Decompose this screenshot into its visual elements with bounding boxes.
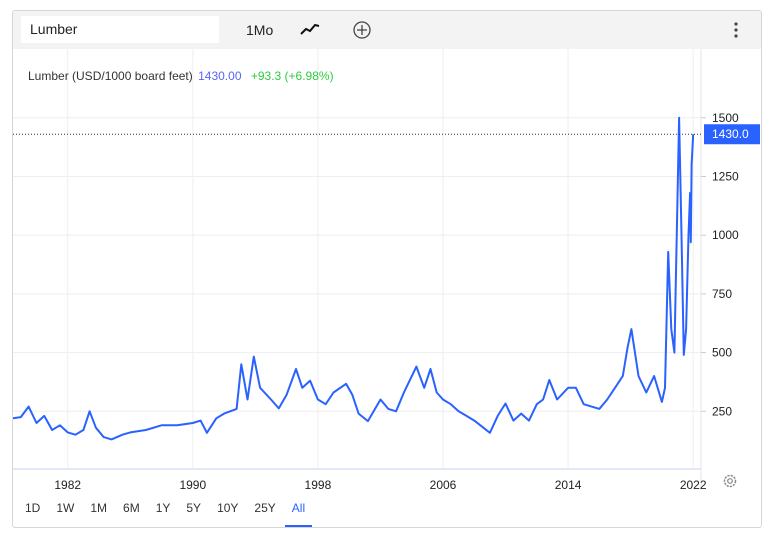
range-button-10y[interactable]: 10Y xyxy=(217,501,238,515)
x-tick-label: 1998 xyxy=(305,478,332,492)
y-tick-label: 250 xyxy=(712,404,732,418)
x-tick-label: 2022 xyxy=(680,478,707,492)
legend-title: Lumber (USD/1000 board feet) xyxy=(28,69,193,83)
legend: Lumber (USD/1000 board feet) 1430.00 +93… xyxy=(28,69,334,83)
toolbar: Lumber 1Mo xyxy=(13,11,761,49)
y-tick-label: 1250 xyxy=(712,169,739,183)
more-vertical-icon[interactable] xyxy=(731,20,741,40)
range-button-1y[interactable]: 1Y xyxy=(156,501,171,515)
range-selector: 1D 1W 1M 6M 1Y 5Y 10Y 25Y All xyxy=(25,501,321,527)
range-button-1m[interactable]: 1M xyxy=(90,501,107,515)
price-chart[interactable]: 250 500 750 1000 1250 1500 1982 1990 1998 2006 20… xyxy=(13,49,761,527)
range-button-1d[interactable]: 1D xyxy=(25,501,40,515)
chart-widget: Lumber 1Mo 250 500 750 1000 1250 1500 1982 199… xyxy=(12,10,762,528)
symbol-search-input[interactable]: Lumber xyxy=(21,16,219,43)
line-chart-icon[interactable] xyxy=(300,22,320,36)
legend-change: +93.3 (+6.98%) xyxy=(250,69,334,83)
x-tick-label: 1990 xyxy=(179,478,206,492)
interval-button[interactable]: 1Mo xyxy=(246,22,273,38)
x-tick-label: 2014 xyxy=(555,478,582,492)
gear-icon[interactable] xyxy=(722,473,738,489)
range-button-25y[interactable]: 25Y xyxy=(254,501,275,515)
x-tick-label: 2006 xyxy=(430,478,457,492)
range-button-6m[interactable]: 6M xyxy=(123,501,140,515)
last-price-label: 1430.0 xyxy=(712,127,749,141)
y-tick-label: 1500 xyxy=(712,111,739,125)
x-tick-label: 1982 xyxy=(54,478,81,492)
y-tick-label: 500 xyxy=(712,346,732,360)
range-button-all[interactable]: All xyxy=(284,501,313,527)
price-line xyxy=(13,116,695,441)
range-button-5y[interactable]: 5Y xyxy=(186,501,201,515)
plus-circle-icon[interactable] xyxy=(352,20,372,40)
range-button-1w[interactable]: 1W xyxy=(56,501,74,515)
legend-price: 1430.00 xyxy=(198,69,242,83)
y-tick-label: 1000 xyxy=(712,228,739,242)
y-tick-label: 750 xyxy=(712,287,732,301)
